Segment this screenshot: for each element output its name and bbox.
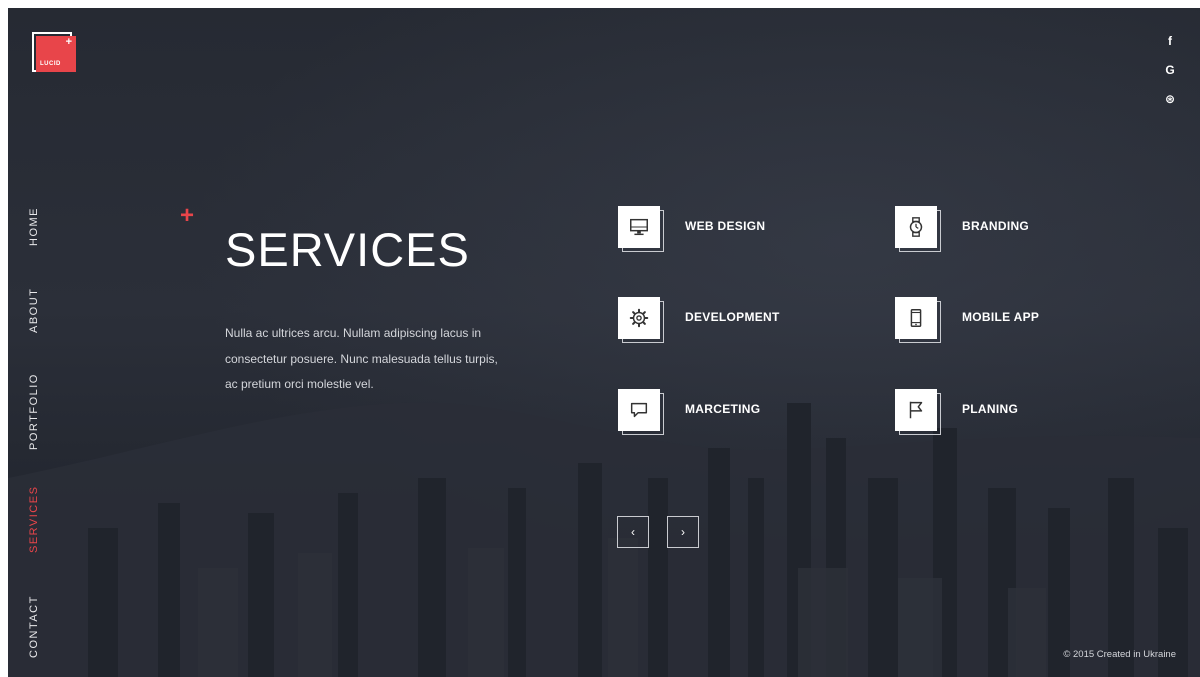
- nav-item-portfolio[interactable]: PORTFOLIO: [28, 373, 40, 450]
- nav-item-home[interactable]: HOME: [28, 207, 40, 246]
- service-marceting[interactable]: MARCETING: [618, 389, 878, 437]
- icon-box-face: [895, 389, 937, 431]
- nav-item-contact[interactable]: CONTACT: [28, 595, 40, 658]
- services-pager: ‹ ›: [617, 516, 707, 550]
- service-label: BRANDING: [962, 219, 1030, 233]
- service-label: MARCETING: [685, 402, 761, 416]
- service-label: MOBILE APP: [962, 310, 1040, 324]
- accent-plus-icon: +: [180, 202, 195, 229]
- service-mobile-app[interactable]: MOBILE APP: [895, 297, 1155, 345]
- services-grid: WEB DESIGN BRANDING DEVELOPMENT MOBILE A…: [618, 206, 1098, 446]
- service-icon-box: [618, 297, 666, 345]
- nav-item-about[interactable]: ABOUT: [28, 288, 40, 333]
- icon-box-face: [618, 206, 660, 248]
- service-planing[interactable]: PLANING: [895, 389, 1155, 437]
- logo-text: LUCID: [40, 61, 61, 67]
- nav-item-services[interactable]: SERVICES: [28, 486, 40, 553]
- page-frame: + LUCID f G ⊛ HOME ABOUT PORTFOLIO SERVI…: [8, 8, 1200, 677]
- watch-icon: [909, 217, 923, 237]
- google-icon[interactable]: G: [1162, 63, 1178, 92]
- gear-icon: [629, 308, 649, 328]
- dribbble-icon[interactable]: ⊛: [1162, 92, 1178, 121]
- service-icon-box: [618, 206, 666, 254]
- icon-box-face: [895, 297, 937, 339]
- footer-copyright: © 2015 Created in Ukraine: [1063, 649, 1176, 660]
- services-description: Nulla ac ultrices arcu. Nullam adipiscin…: [225, 326, 498, 391]
- service-icon-box: [895, 206, 943, 254]
- service-label: DEVELOPMENT: [685, 310, 780, 324]
- icon-box-face: [895, 206, 937, 248]
- facebook-icon[interactable]: f: [1162, 34, 1178, 63]
- service-web-design[interactable]: WEB DESIGN: [618, 206, 878, 254]
- prev-button[interactable]: ‹: [617, 516, 649, 548]
- icon-box-face: [618, 297, 660, 339]
- page-title: SERVICES: [225, 223, 470, 276]
- vertical-nav: HOME ABOUT PORTFOLIO SERVICES CONTACT: [28, 188, 48, 677]
- mobile-icon: [910, 309, 922, 327]
- logo-plus-icon: +: [65, 36, 72, 48]
- service-icon-box: [895, 389, 943, 437]
- chat-icon: [630, 402, 648, 418]
- icon-box-face: [618, 389, 660, 431]
- service-icon-box: [618, 389, 666, 437]
- service-icon-box: [895, 297, 943, 345]
- logo[interactable]: + LUCID: [32, 32, 76, 76]
- service-development[interactable]: DEVELOPMENT: [618, 297, 878, 345]
- service-label: WEB DESIGN: [685, 219, 766, 233]
- service-branding[interactable]: BRANDING: [895, 206, 1155, 254]
- next-button[interactable]: ›: [667, 516, 699, 548]
- logo-mark: + LUCID: [36, 36, 76, 72]
- flag-icon: [909, 401, 923, 419]
- service-label: PLANING: [962, 402, 1019, 416]
- monitor-icon: [630, 218, 648, 236]
- social-links: f G ⊛: [1162, 34, 1178, 121]
